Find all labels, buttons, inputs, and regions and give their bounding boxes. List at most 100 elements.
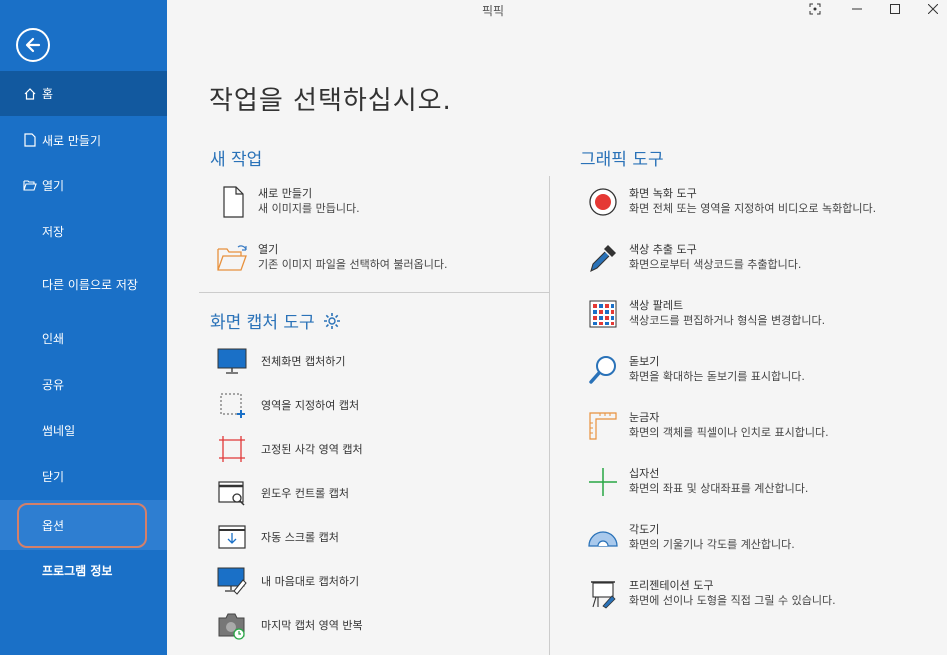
ruler-icon [587, 410, 619, 442]
nav-new-label: 새로 만들기 [42, 133, 102, 148]
tool-presentation[interactable]: 프리젠테이션 도구 화면에 선이나 도형을 직접 그릴 수 있습니다. [587, 578, 836, 610]
capture-fullscreen-label: 전체화면 캡처하기 [261, 355, 346, 368]
nav-print[interactable]: 인쇄 [0, 316, 167, 360]
scroll-capture-icon [216, 521, 248, 553]
monitor-icon [216, 345, 248, 377]
open-file-desc: 기존 이미지 파일을 선택하여 불러옵니다. [258, 258, 448, 271]
nav-open-label: 열기 [42, 178, 65, 193]
capture-button[interactable] [801, 0, 829, 18]
tool-ruler-desc: 화면의 객체를 픽셀이나 인치로 표시합니다. [629, 426, 829, 439]
tool-color-palette[interactable]: 색상 팔레트 색상코드를 편집하거나 형식을 변경합니다. [587, 298, 825, 330]
options-highlight [17, 503, 147, 548]
record-icon [587, 186, 619, 218]
open-file-title: 열기 [258, 243, 279, 256]
crosshair-icon [587, 466, 619, 498]
maximize-icon [890, 4, 900, 14]
camera-repeat-icon [216, 609, 248, 641]
section-divider [199, 292, 549, 293]
nav-close[interactable]: 닫기 [0, 454, 167, 498]
capture-fixed-region[interactable]: 고정된 사각 영역 캡처 [216, 433, 363, 465]
magnifier-icon [587, 354, 619, 386]
eyedropper-icon [587, 242, 619, 274]
new-image-title: 새로 만들기 [258, 187, 313, 200]
window-control-icon [216, 477, 248, 509]
page-title: 작업을 선택하십시오. [209, 86, 452, 116]
nav-about[interactable]: 프로그램 정보 [0, 548, 167, 592]
screen-capture-icon [809, 3, 821, 15]
tool-color-palette-desc: 색상코드를 편집하거나 형식을 변경합니다. [629, 314, 826, 327]
tool-protractor-title: 각도기 [629, 523, 660, 536]
app-title: 픽픽 [482, 4, 505, 18]
nav-thumbnail-label: 썸네일 [42, 423, 76, 438]
folder-open-icon [22, 177, 38, 193]
region-select-icon [216, 389, 248, 421]
capture-fixed-region-label: 고정된 사각 영역 캡처 [261, 443, 363, 456]
freehand-capture-icon [216, 565, 248, 597]
tool-color-picker-title: 색상 추출 도구 [629, 243, 697, 256]
open-file-item[interactable]: 열기 기존 이미지 파일을 선택하여 불러옵니다. [216, 242, 448, 274]
capture-repeat-last-label: 마지막 캡처 영역 반복 [261, 619, 363, 632]
nav-save-as[interactable]: 다른 이름으로 저장 [0, 262, 167, 306]
protractor-icon [587, 522, 619, 554]
minimize-button[interactable] [843, 0, 871, 18]
arrow-left-icon [25, 37, 41, 53]
capture-settings-button[interactable] [323, 312, 341, 330]
tool-ruler[interactable]: 눈금자 화면의 객체를 픽셀이나 인치로 표시합니다. [587, 410, 829, 442]
tool-magnifier[interactable]: 돋보기 화면을 확대하는 돋보기를 표시합니다. [587, 354, 805, 386]
tool-magnifier-title: 돋보기 [629, 355, 660, 368]
nav-share[interactable]: 공유 [0, 362, 167, 406]
home-icon [22, 86, 38, 102]
close-button[interactable] [919, 0, 947, 18]
capture-region-label: 영역을 지정하여 캡처 [261, 399, 360, 412]
tool-color-palette-title: 색상 팔레트 [629, 299, 684, 312]
nav-save-as-label: 다른 이름으로 저장 [42, 277, 138, 292]
maximize-button[interactable] [881, 0, 909, 18]
minimize-icon [852, 8, 862, 10]
nav-thumbnail[interactable]: 썸네일 [0, 408, 167, 452]
nav-home[interactable]: 홈 [0, 71, 167, 116]
capture-auto-scroll-label: 자동 스크롤 캡처 [261, 531, 339, 544]
column-divider [549, 176, 550, 655]
capture-repeat-last[interactable]: 마지막 캡처 영역 반복 [216, 609, 363, 641]
nav-close-label: 닫기 [42, 469, 65, 484]
capture-auto-scroll[interactable]: 자동 스크롤 캡처 [216, 521, 339, 553]
palette-grid-icon [587, 298, 619, 330]
tool-protractor-desc: 화면의 기울기나 각도를 계산합니다. [629, 538, 795, 551]
title-bar: 픽픽 [167, 0, 947, 20]
tool-protractor[interactable]: 각도기 화면의 기울기나 각도를 계산합니다. [587, 522, 795, 554]
capture-region[interactable]: 영역을 지정하여 캡처 [216, 389, 359, 421]
nav-about-label: 프로그램 정보 [42, 563, 113, 578]
capture-fullscreen[interactable]: 전체화면 캡처하기 [216, 345, 345, 377]
tool-presentation-title: 프리젠테이션 도구 [629, 579, 714, 592]
tool-screen-record-desc: 화면 전체 또는 영역을 지정하여 비디오로 녹화합니다. [629, 202, 877, 215]
nav-open[interactable]: 열기 [0, 163, 167, 207]
new-document-icon [216, 186, 248, 218]
tool-magnifier-desc: 화면을 확대하는 돋보기를 표시합니다. [629, 370, 805, 383]
presentation-board-icon [587, 578, 619, 610]
close-icon [928, 4, 938, 14]
nav-save[interactable]: 저장 [0, 210, 167, 252]
fixed-region-icon [216, 433, 248, 465]
nav-home-label: 홈 [42, 87, 54, 101]
tool-color-picker-desc: 화면으로부터 색상코드를 추출합니다. [629, 258, 802, 271]
sidebar: 홈 새로 만들기 열기 저장 다른 이름으로 저장 인쇄 공유 썸네일 닫기 옵… [0, 0, 167, 655]
nav-options[interactable]: 옵션 [0, 500, 167, 550]
nav-save-label: 저장 [42, 224, 65, 239]
capture-window-control-label: 윈도우 컨트롤 캡처 [261, 487, 349, 500]
back-button[interactable] [16, 28, 50, 62]
nav-new[interactable]: 새로 만들기 [0, 118, 167, 162]
capture-freehand[interactable]: 내 마음대로 캡처하기 [216, 565, 359, 597]
tool-presentation-desc: 화면에 선이나 도형을 직접 그릴 수 있습니다. [629, 594, 836, 607]
tool-crosshair[interactable]: 십자선 화면의 좌표 및 상대좌표를 계산합니다. [587, 466, 808, 498]
nav-share-label: 공유 [42, 377, 65, 392]
gear-icon [323, 312, 340, 329]
tool-screen-record[interactable]: 화면 녹화 도구 화면 전체 또는 영역을 지정하여 비디오로 녹화합니다. [587, 186, 876, 218]
tool-crosshair-title: 십자선 [629, 467, 660, 480]
tool-color-picker[interactable]: 색상 추출 도구 화면으로부터 색상코드를 추출합니다. [587, 242, 801, 274]
nav-print-label: 인쇄 [42, 331, 65, 346]
new-image-item[interactable]: 새로 만들기 새 이미지를 만듭니다. [216, 186, 360, 218]
tool-screen-record-title: 화면 녹화 도구 [629, 187, 697, 200]
tool-ruler-title: 눈금자 [629, 411, 660, 424]
capture-window-control[interactable]: 윈도우 컨트롤 캡처 [216, 477, 349, 509]
capture-freehand-label: 내 마음대로 캡처하기 [261, 575, 360, 588]
